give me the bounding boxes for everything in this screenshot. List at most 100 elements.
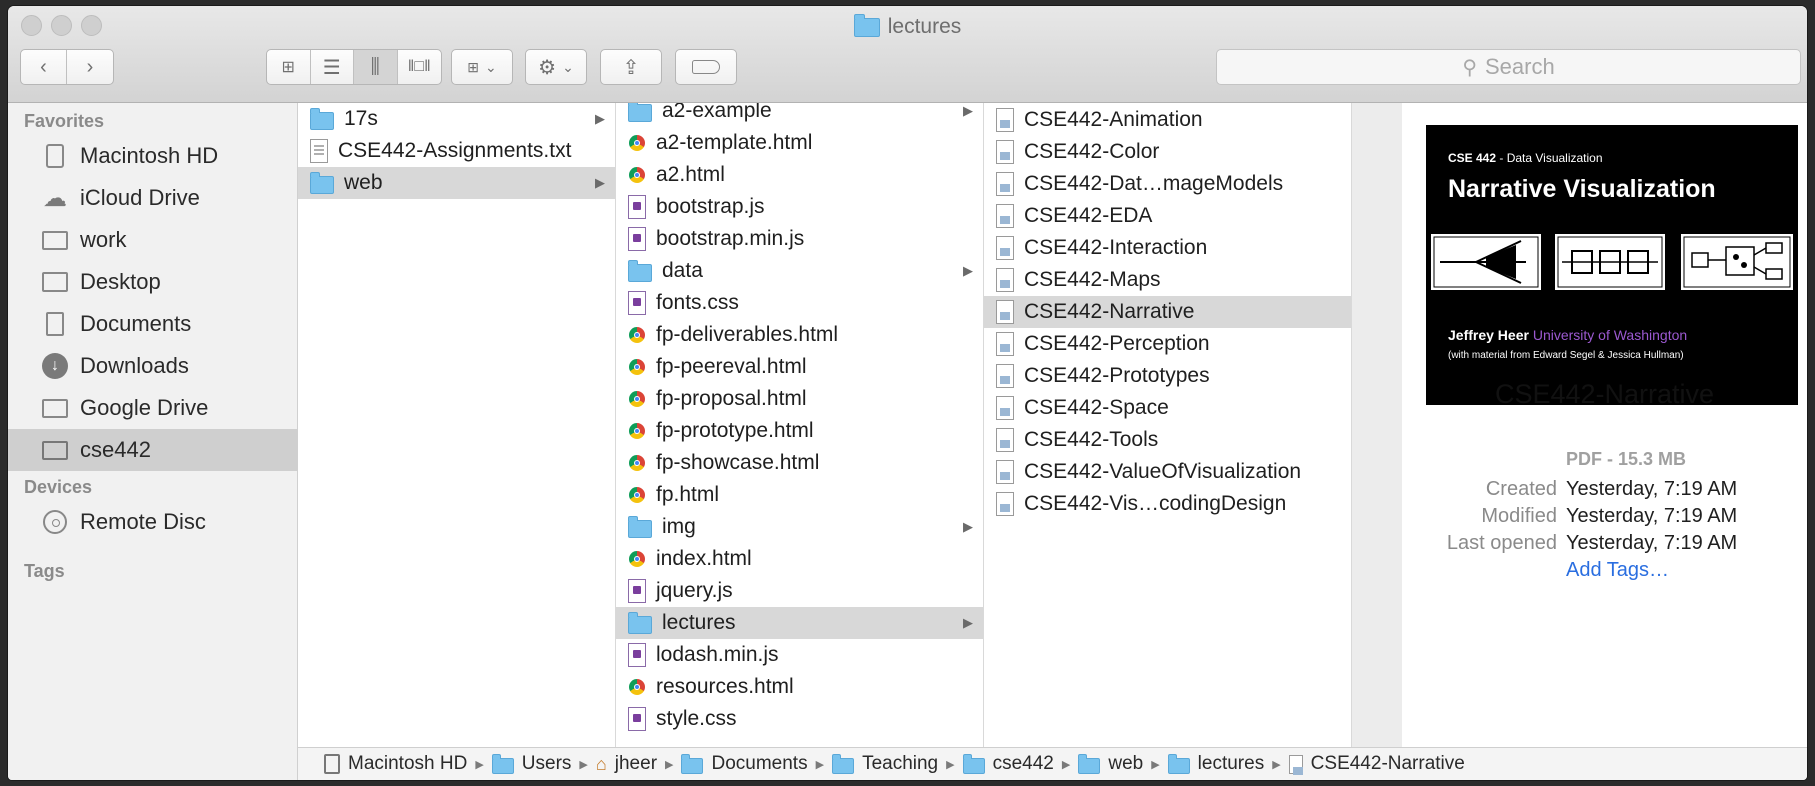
sidebar-item-work[interactable]: work — [8, 219, 298, 261]
finder-window: lectures ‹ › ⊞ ☰ ⫼ ‖□‖ ⊞ ⌄ ⚙ ⌄ ⇪ ⚲ Search — [8, 6, 1807, 780]
html-file-icon — [629, 551, 645, 567]
action-button[interactable]: ⚙ ⌄ — [525, 49, 587, 85]
path-item-users[interactable]: Users — [491, 753, 571, 775]
pdf-file-icon — [996, 300, 1014, 324]
list-item[interactable]: fp-showcase.html — [616, 447, 983, 479]
sidebar-item-macintosh-hd[interactable]: Macintosh HD — [8, 135, 298, 177]
list-item[interactable]: lectures ▶ — [616, 607, 983, 639]
list-item[interactable]: CSE442-Tools — [984, 424, 1351, 456]
search-icon: ⚲ — [1462, 56, 1477, 79]
list-item[interactable]: fp-deliverables.html — [616, 319, 983, 351]
preview-pane: CSE 442 - Data Visualization Narrative V… — [1402, 103, 1807, 747]
disclosure-arrow-icon: ▶ — [963, 263, 973, 278]
list-item[interactable]: fp-peereval.html — [616, 351, 983, 383]
list-item[interactable]: resources.html — [616, 671, 983, 703]
list-item[interactable]: a2.html — [616, 159, 983, 191]
disclosure-arrow-icon: ▶ — [595, 111, 605, 126]
list-item[interactable]: web ▶ — [298, 167, 615, 199]
tags-button[interactable] — [675, 49, 737, 85]
preview-kind-size: PDF - 15.3 MB — [1566, 449, 1687, 469]
list-item[interactable]: fp.html — [616, 479, 983, 511]
sidebar-item-label: cse442 — [80, 437, 151, 462]
share-button[interactable]: ⇪ — [600, 49, 662, 85]
list-item[interactable]: fp-proposal.html — [616, 383, 983, 415]
search-field[interactable]: ⚲ Search — [1216, 49, 1801, 85]
path-item-lectures[interactable]: lectures — [1167, 753, 1264, 775]
column-view-button[interactable]: ⫼ — [354, 50, 398, 84]
sidebar-item-label: Documents — [80, 311, 192, 336]
thumb-diagram — [1429, 232, 1795, 292]
list-item[interactable]: fp-prototype.html — [616, 415, 983, 447]
list-item[interactable]: jquery.js — [616, 575, 983, 607]
list-item[interactable]: index.html — [616, 543, 983, 575]
list-item[interactable]: bootstrap.js — [616, 191, 983, 223]
cover-flow-button[interactable]: ‖□‖ — [398, 50, 441, 84]
list-item[interactable]: CSE442-Interaction — [984, 232, 1351, 264]
list-item[interactable]: a2-template.html — [616, 127, 983, 159]
item-label: CSE442-Color — [1024, 140, 1160, 163]
list-item[interactable]: CSE442-Narrative — [984, 296, 1351, 328]
list-item[interactable]: CSE442-Vis…codingDesign — [984, 488, 1351, 520]
list-item[interactable]: CSE442-Assignments.txt — [298, 135, 615, 167]
path-item-cse442[interactable]: cse442 — [962, 753, 1054, 775]
list-view-button[interactable]: ☰ — [311, 50, 354, 84]
forward-button[interactable]: › — [67, 50, 113, 84]
sidebar-item-desktop[interactable]: Desktop — [8, 261, 298, 303]
list-item[interactable]: fonts.css — [616, 287, 983, 319]
list-item[interactable]: CSE442-EDA — [984, 200, 1351, 232]
sidebar-item-remote-disc[interactable]: Remote Disc — [8, 501, 298, 543]
path-item-web[interactable]: web — [1078, 753, 1143, 775]
pdf-file-icon — [996, 332, 1014, 356]
list-item[interactable]: bootstrap.min.js — [616, 223, 983, 255]
path-item-jheer[interactable]: ⌂ jheer — [596, 753, 657, 775]
back-button[interactable]: ‹ — [21, 50, 68, 84]
path-item-macintosh-hd[interactable]: Macintosh HD — [324, 753, 467, 775]
path-item-documents[interactable]: Documents — [681, 753, 808, 775]
tag-icon — [692, 60, 720, 74]
list-item[interactable]: lodash.min.js — [616, 639, 983, 671]
sidebar-item-icloud-drive[interactable]: ☁ iCloud Drive — [8, 177, 298, 219]
thumb-course: CSE 442 — [1448, 151, 1497, 165]
item-label: CSE442-Perception — [1024, 332, 1210, 355]
item-label: CSE442-Prototypes — [1024, 364, 1210, 387]
pdf-file-icon — [996, 236, 1014, 260]
folder-icon — [628, 103, 652, 122]
path-item-label: CSE442-Narrative — [1310, 753, 1465, 774]
last-opened-label: Last opened — [1446, 532, 1557, 554]
list-item[interactable]: style.css — [616, 703, 983, 735]
sidebar-item-downloads[interactable]: ↓ Downloads — [8, 345, 298, 387]
sidebar-item-documents[interactable]: Documents — [8, 303, 298, 345]
add-tags-link[interactable]: Add Tags… — [1566, 559, 1669, 582]
sidebar-item-google-drive[interactable]: Google Drive — [8, 387, 298, 429]
item-label: CSE442-Maps — [1024, 268, 1161, 291]
cover-flow-icon: ‖□‖ — [407, 58, 431, 75]
list-item[interactable]: CSE442-Animation — [984, 104, 1351, 136]
list-item[interactable]: 17s ▶ — [298, 103, 615, 135]
hard-drive-icon — [40, 143, 70, 169]
html-file-icon — [629, 423, 645, 439]
sidebar-item-cse442[interactable]: cse442 — [8, 429, 298, 471]
list-item[interactable]: CSE442-Dat…mageModels — [984, 168, 1351, 200]
icon-view-button[interactable]: ⊞ — [267, 50, 311, 84]
folder-icon — [40, 437, 70, 463]
list-item[interactable]: img ▶ — [616, 511, 983, 543]
list-item[interactable]: CSE442-Color — [984, 136, 1351, 168]
item-label: fp-peereval.html — [656, 355, 807, 378]
path-item-teaching[interactable]: Teaching — [832, 753, 938, 775]
path-item-cse442-narrative[interactable]: CSE442-Narrative — [1288, 753, 1465, 775]
list-item[interactable]: CSE442-Prototypes — [984, 360, 1351, 392]
list-item[interactable]: CSE442-Perception — [984, 328, 1351, 360]
pdf-thumbnail[interactable]: CSE 442 - Data Visualization Narrative V… — [1426, 125, 1798, 405]
pdf-file-icon — [996, 364, 1014, 388]
folder-icon — [40, 395, 70, 421]
list-item[interactable]: CSE442-Space — [984, 392, 1351, 424]
list-item[interactable]: CSE442-Maps — [984, 264, 1351, 296]
list-item[interactable]: data ▶ — [616, 255, 983, 287]
list-item[interactable]: CSE442-ValueOfVisualization — [984, 456, 1351, 488]
item-label: data — [662, 259, 703, 282]
path-item-label: jheer — [614, 753, 658, 774]
documents-folder-icon — [681, 754, 704, 774]
list-item[interactable]: a2-example ▶ — [616, 103, 983, 127]
item-label: CSE442-Tools — [1024, 428, 1159, 451]
arrange-button[interactable]: ⊞ ⌄ — [451, 49, 513, 85]
